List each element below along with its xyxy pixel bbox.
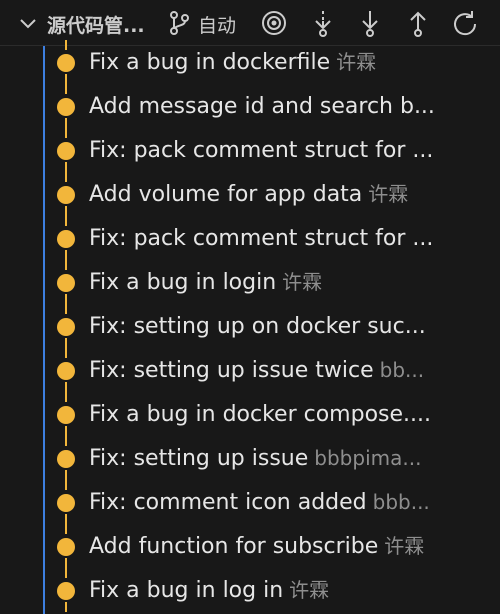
commit-node-icon <box>57 54 75 72</box>
commit-node-icon <box>57 582 75 600</box>
commit-node-icon <box>57 406 75 424</box>
commit-row[interactable]: Fix: setting up issue twice bb... <box>0 348 500 392</box>
commit-author: bb... <box>379 358 425 382</box>
commit-text: Fix a bug in docker compose.... <box>89 400 467 429</box>
commit-node-icon <box>57 230 75 248</box>
commit-author: 许霖 <box>368 182 409 206</box>
pull-icon[interactable] <box>356 9 384 37</box>
commit-message: Fix: setting up on docker suc... <box>89 314 426 339</box>
commit-row[interactable]: Fix a bug in dockerfile 许霖 <box>0 40 500 84</box>
commit-text: Add volume for app data 许霖 <box>89 180 467 209</box>
commit-row[interactable]: Fix a bug in docker compose.... <box>0 392 500 436</box>
commit-message: Fix a bug in login <box>89 270 277 295</box>
graph-connector <box>65 206 67 216</box>
push-icon[interactable] <box>404 9 432 37</box>
commit-node-icon <box>57 538 75 556</box>
refresh-icon[interactable] <box>451 9 479 37</box>
graph-connector <box>65 436 67 446</box>
commit-text: Fix: pack comment struct for ... <box>89 224 467 253</box>
panel-title[interactable]: 源代码管... <box>47 11 145 38</box>
commit-message: Fix: setting up issue <box>89 446 309 471</box>
commit-text: Add function for subscribe 许霖 <box>89 532 467 561</box>
commit-node-icon <box>57 98 75 116</box>
commit-author: bbb... <box>372 490 430 514</box>
commit-text: Fix: setting up issue bbbpima... <box>89 444 467 473</box>
fetch-icon[interactable] <box>309 9 337 37</box>
commit-row[interactable]: Add function for subscribe 许霖 <box>0 524 500 568</box>
commit-row[interactable]: Fix a bug in login 许霖 <box>0 260 500 304</box>
commit-row[interactable]: Fix: setting up issue bbbpima... <box>0 436 500 480</box>
commit-message: Add volume for app data <box>89 182 363 207</box>
commit-text: Add message id and search b... <box>89 92 467 121</box>
commit-author: 许霖 <box>282 270 323 294</box>
graph-connector <box>65 568 67 578</box>
graph-connector <box>65 260 67 270</box>
commit-author: 许霖 <box>289 578 330 602</box>
commit-author: bbbpima... <box>314 446 422 470</box>
commit-text: Fix a bug in login 许霖 <box>89 268 467 297</box>
chevron-down-icon[interactable] <box>18 14 38 34</box>
commit-row[interactable]: Fix: pack comment struct for ... <box>0 128 500 172</box>
graph-connector <box>65 382 67 392</box>
graph-connector <box>65 602 67 612</box>
commit-message: Fix a bug in dockerfile <box>89 50 331 75</box>
commit-message: Add function for subscribe <box>89 534 379 559</box>
graph-connector <box>65 216 67 226</box>
graph-connector <box>65 524 67 534</box>
commit-row[interactable]: Fix: pack comment struct for ... <box>0 216 500 260</box>
commit-text: Fix: comment icon added bbb... <box>89 488 467 517</box>
graph-connector <box>65 250 67 260</box>
commit-row[interactable]: Add volume for app data 许霖 <box>0 172 500 216</box>
commit-message: Fix: comment icon added <box>89 490 367 515</box>
graph-connector <box>65 84 67 94</box>
commit-row[interactable]: Fix: setting up on docker suc... <box>0 304 500 348</box>
target-icon[interactable] <box>260 9 288 37</box>
commit-node-icon <box>57 494 75 512</box>
graph-connector <box>65 294 67 304</box>
commit-node-icon <box>57 318 75 336</box>
commit-row[interactable]: Fix: comment icon added bbb... <box>0 480 500 524</box>
commit-message: Fix: pack comment struct for ... <box>89 226 434 251</box>
commit-text: Fix a bug in dockerfile 许霖 <box>89 48 467 77</box>
commit-message: Fix: setting up issue twice <box>89 358 374 383</box>
commit-text: Fix a bug in log in 许霖 <box>89 576 467 605</box>
graph-connector <box>65 338 67 348</box>
graph-connector <box>65 348 67 358</box>
graph-connector <box>65 172 67 182</box>
graph-connector <box>65 162 67 172</box>
commit-node-icon <box>57 142 75 160</box>
commit-node-icon <box>57 274 75 292</box>
commit-author: 许霖 <box>336 50 377 74</box>
commit-text: Fix: setting up issue twice bb... <box>89 356 467 385</box>
graph-connector <box>65 470 67 480</box>
graph-connector <box>65 128 67 138</box>
graph-connector <box>65 392 67 402</box>
graph-connector <box>65 426 67 436</box>
auto-fetch-label[interactable]: 自动 <box>198 11 236 38</box>
graph-connector <box>65 480 67 490</box>
commit-message: Add message id and search b... <box>89 94 435 119</box>
git-branch-icon[interactable] <box>165 9 193 37</box>
commit-message: Fix a bug in docker compose.... <box>89 402 431 427</box>
commit-text: Fix: setting up on docker suc... <box>89 312 467 341</box>
graph-connector <box>65 304 67 314</box>
commit-node-icon <box>57 186 75 204</box>
graph-connector <box>65 40 67 50</box>
source-control-panel: 源代码管... 自动 Fix a bug in dockerfile 许霖 Ad… <box>0 0 500 614</box>
graph-connector <box>65 514 67 524</box>
commit-node-icon <box>57 450 75 468</box>
commit-row[interactable]: Fix a bug in log in 许霖 <box>0 568 500 612</box>
commit-row[interactable]: Add message id and search b... <box>0 84 500 128</box>
commit-message: Fix: pack comment struct for ... <box>89 138 434 163</box>
commit-author: 许霖 <box>384 534 425 558</box>
commit-list: Fix a bug in dockerfile 许霖 Add message id … <box>0 40 500 612</box>
graph-connector <box>65 118 67 128</box>
commit-message: Fix a bug in log in <box>89 578 284 603</box>
commit-node-icon <box>57 362 75 380</box>
graph-connector <box>65 558 67 568</box>
commit-text: Fix: pack comment struct for ... <box>89 136 467 165</box>
graph-connector <box>65 74 67 84</box>
